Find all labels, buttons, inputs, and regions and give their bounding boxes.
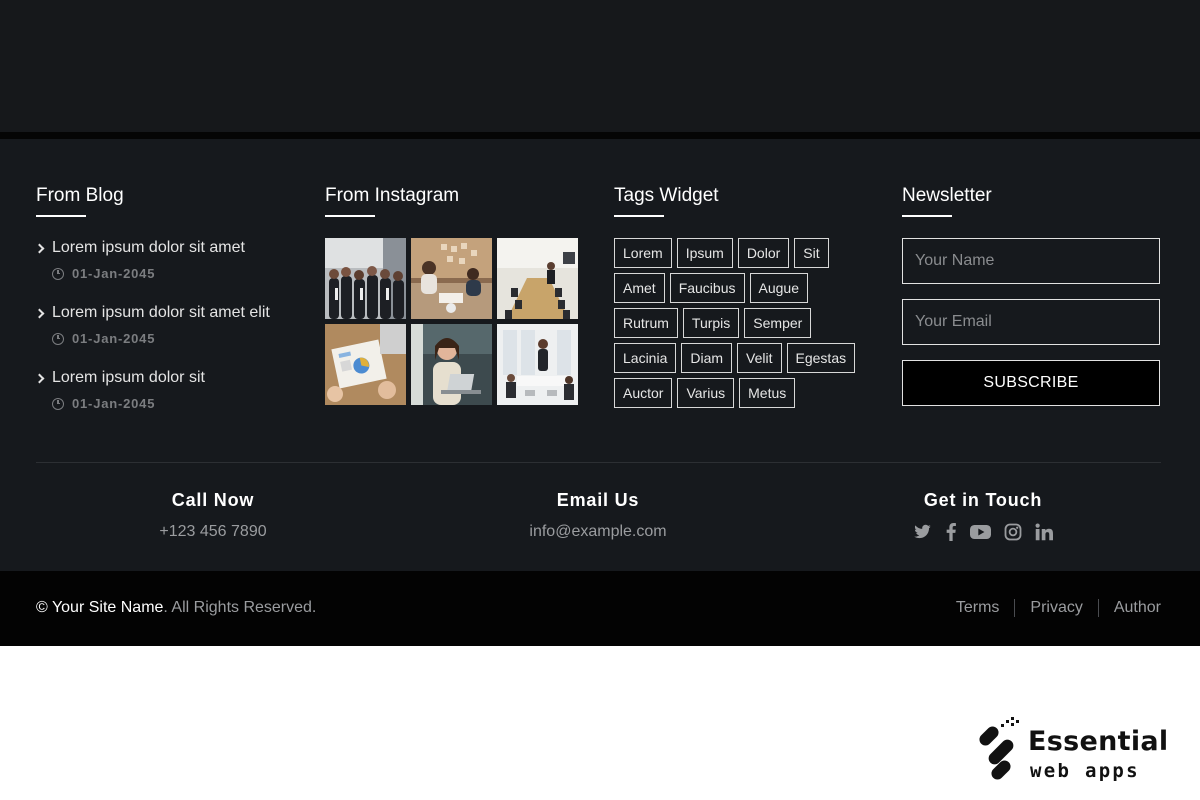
documents-desk-photo[interactable] [325,324,406,405]
author-link[interactable]: Author [1114,599,1161,617]
brand-name-line-2: web apps [1030,760,1140,782]
clock-icon [52,397,64,410]
tag-link[interactable]: Ipsum [676,238,733,268]
get-in-touch-block: Get in Touch [833,490,1133,541]
section-separator [0,132,1200,139]
footer-divider [36,462,1161,463]
tag-link[interactable]: Velit [737,343,782,373]
rights-text: . All Rights Reserved. [163,599,317,616]
tag-link[interactable]: Sit [794,238,829,268]
title-underline [614,215,664,217]
newsletter-name-input[interactable] [902,238,1160,284]
youtube-icon[interactable] [970,523,991,541]
tags-widget: Tags Widget Lorem Ipsum Dolor Sit Amet F… [614,185,874,408]
blog-post-link[interactable]: Lorem ipsum dolor sit amet elit [34,303,296,323]
copyright-bar: © Your Site Name. All Rights Reserved. T… [0,571,1200,646]
blog-post-title: Lorem ipsum dolor sit amet [52,239,245,256]
woman-laptop-photo[interactable] [411,324,492,405]
site-name-link[interactable]: Your Site Name [52,599,163,616]
title-underline [902,215,952,217]
privacy-link[interactable]: Privacy [1030,599,1082,617]
legal-links: Terms Privacy Author [956,599,1161,617]
copyright-symbol: © [36,599,48,616]
tag-link[interactable]: Egestas [786,343,856,373]
blog-post-date-text: 01-Jan-2045 [72,396,156,411]
social-links [833,523,1133,541]
tag-link[interactable]: Diam [681,343,733,373]
tag-link[interactable]: Dolor [737,238,790,268]
facebook-icon[interactable] [945,523,957,541]
newsletter-widget: Newsletter SUBSCRIBE [902,185,1162,406]
conference-room-photo[interactable] [497,238,578,319]
tags-widget-title: Tags Widget [614,185,719,206]
brand-name-line-1: Essential [1028,726,1169,757]
tag-link[interactable]: Rutrum [614,308,678,338]
meeting-table-photo[interactable] [411,238,492,319]
office-presentation-photo[interactable] [497,324,578,405]
phone-number-link[interactable]: +123 456 7890 [63,523,363,541]
call-now-block: Call Now +123 456 7890 [63,490,363,541]
chevron-right-icon [34,373,45,383]
site-footer: From Blog Lorem ipsum dolor sit amet 01-… [0,139,1200,571]
copyright-text: © Your Site Name. All Rights Reserved. [36,599,316,617]
clock-icon [52,267,64,280]
blog-widget: From Blog Lorem ipsum dolor sit amet 01-… [34,185,296,433]
newsletter-widget-title: Newsletter [902,185,992,206]
link-separator [1014,599,1016,617]
email-us-block: Email Us info@example.com [448,490,748,541]
blog-list: Lorem ipsum dolor sit amet 01-Jan-2045 L… [34,238,296,433]
tag-link[interactable]: Turpis [682,308,740,338]
blog-widget-title: From Blog [36,185,124,206]
terms-link[interactable]: Terms [956,599,1000,617]
blog-post-date-text: 01-Jan-2045 [72,266,156,281]
tag-link[interactable]: Auctor [614,378,673,408]
blog-post-date: 01-Jan-2045 [52,331,296,346]
chevron-right-icon [34,308,45,318]
title-underline [36,215,86,217]
blog-list-item: Lorem ipsum dolor sit amet elit 01-Jan-2… [34,303,296,368]
tag-link[interactable]: Faucibus [669,273,745,303]
instagram-widget-title: From Instagram [325,185,460,206]
instagram-widget: From Instagram [325,185,585,405]
essential-web-apps-logo: Essential web apps [972,716,1182,786]
tag-link[interactable]: Amet [614,273,665,303]
tag-link[interactable]: Lorem [614,238,672,268]
essential-web-apps-logo-mark [979,717,1019,780]
title-underline [325,215,375,217]
twitter-icon[interactable] [913,523,932,541]
instagram-icon[interactable] [1004,523,1022,541]
blog-post-link[interactable]: Lorem ipsum dolor sit [34,368,296,388]
tag-link[interactable]: Varius [677,378,735,408]
page-top-section [0,0,1200,132]
blog-post-link[interactable]: Lorem ipsum dolor sit amet [34,238,296,258]
email-us-title: Email Us [556,490,640,510]
call-now-title: Call Now [171,490,255,510]
blog-list-item: Lorem ipsum dolor sit 01-Jan-2045 [34,368,296,433]
link-separator [1097,599,1099,617]
tag-link[interactable]: Augue [749,273,808,303]
blog-post-title: Lorem ipsum dolor sit [52,369,205,386]
blog-post-date: 01-Jan-2045 [52,266,296,281]
email-address-link[interactable]: info@example.com [448,523,748,541]
get-in-touch-title: Get in Touch [923,490,1043,510]
blog-list-item: Lorem ipsum dolor sit amet 01-Jan-2045 [34,238,296,303]
subscribe-button[interactable]: SUBSCRIBE [902,360,1160,406]
tag-link[interactable]: Metus [739,378,796,408]
tag-cloud: Lorem Ipsum Dolor Sit Amet Faucibus Augu… [614,238,874,408]
clock-icon [52,332,64,345]
newsletter-email-input[interactable] [902,299,1160,345]
blog-post-title: Lorem ipsum dolor sit amet elit [52,304,270,321]
blog-post-date-text: 01-Jan-2045 [72,331,156,346]
blog-post-date: 01-Jan-2045 [52,396,296,411]
instagram-photo-grid [325,238,585,405]
tag-link[interactable]: Lacinia [614,343,677,373]
business-team-photo[interactable] [325,238,406,319]
tag-link[interactable]: Semper [744,308,812,338]
linkedin-icon[interactable] [1035,523,1053,541]
chevron-right-icon [34,243,45,253]
